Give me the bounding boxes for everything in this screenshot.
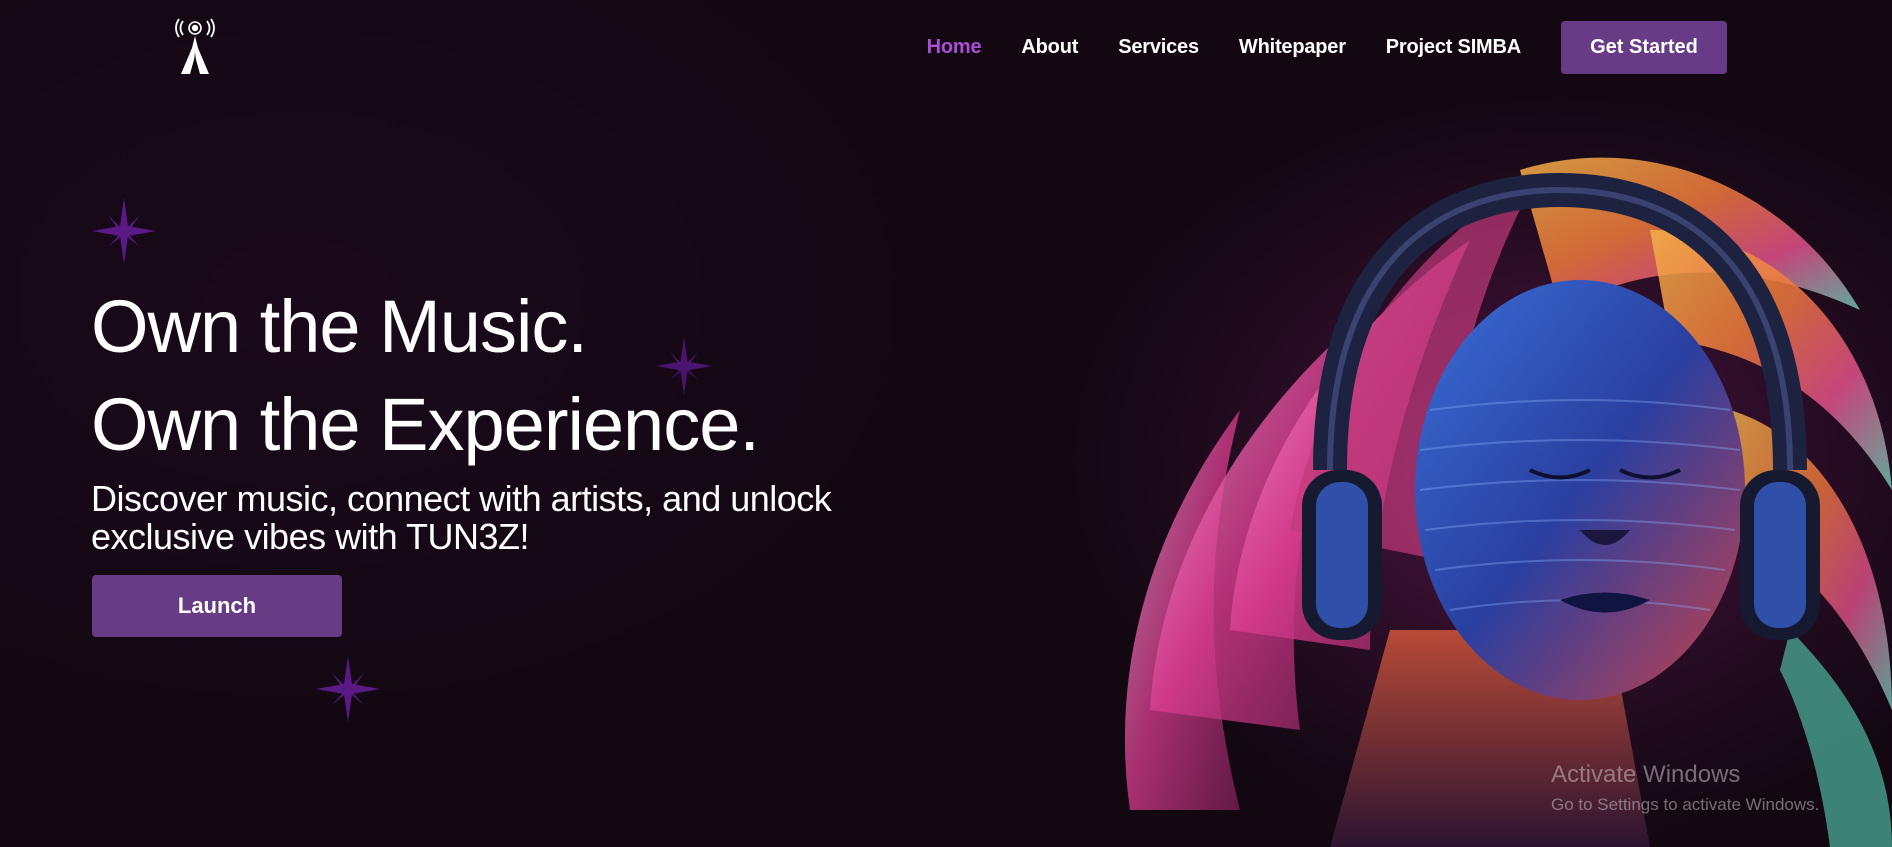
hero-headline: Own the Music. Own the Experience. — [91, 278, 760, 474]
hero-subtext: Discover music, connect with artists, an… — [91, 478, 832, 557]
get-started-button[interactable]: Get Started — [1561, 21, 1727, 74]
woman-with-headphones-illustration — [1090, 110, 1892, 847]
nav-link-about[interactable]: About — [1021, 36, 1078, 59]
headline-line-2: Own the Experience. — [91, 383, 760, 466]
nav-link-whitepaper[interactable]: Whitepaper — [1239, 36, 1346, 59]
headline-line-1: Own the Music. — [91, 285, 588, 368]
main-nav: Home About Services Whitepaper Project S… — [927, 21, 1727, 74]
sparkle-star-icon — [316, 656, 380, 722]
radio-tower-logo-icon[interactable] — [172, 18, 218, 76]
activate-windows-subtitle: Go to Settings to activate Windows. — [1551, 795, 1820, 814]
activate-windows-title: Activate Windows — [1551, 761, 1741, 788]
launch-button[interactable]: Launch — [92, 575, 342, 637]
nav-link-home[interactable]: Home — [927, 36, 982, 59]
nav-link-project-simba[interactable]: Project SIMBA — [1386, 36, 1521, 59]
nav-link-services[interactable]: Services — [1118, 36, 1199, 59]
sparkle-star-icon — [92, 198, 156, 264]
